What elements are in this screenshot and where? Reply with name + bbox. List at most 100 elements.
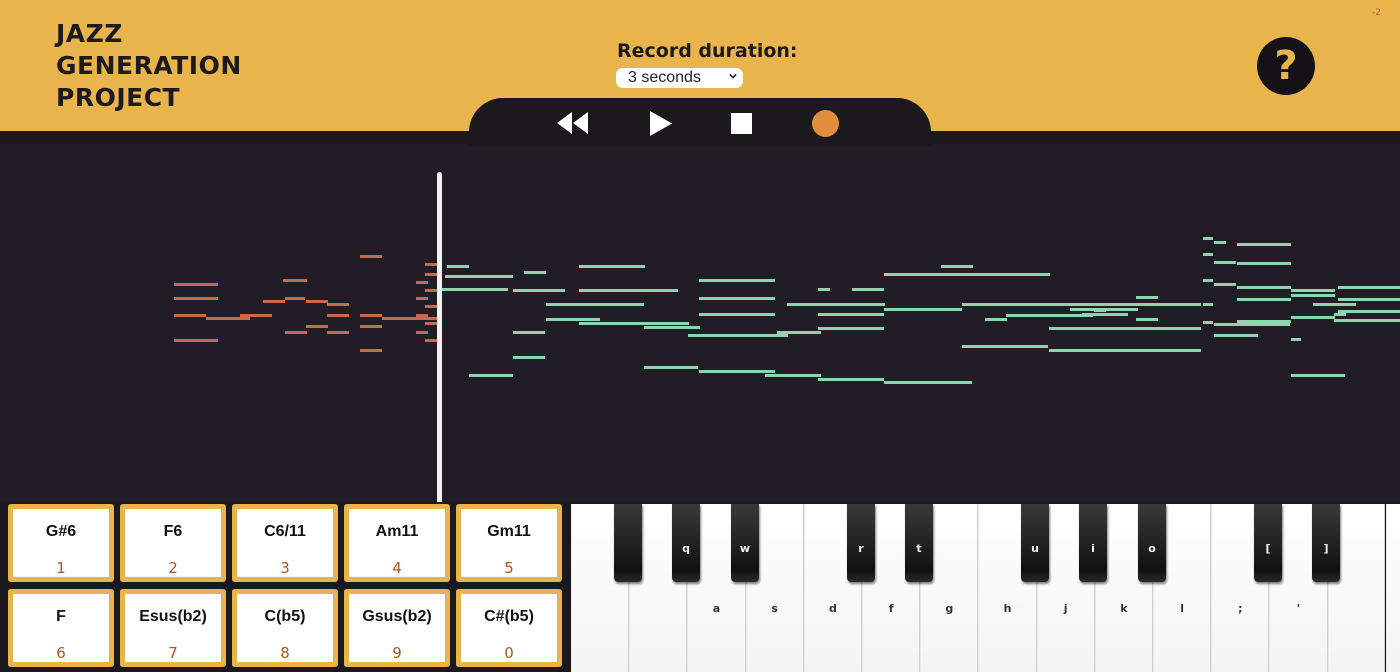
generated-note: [1126, 308, 1138, 311]
input-note: [416, 331, 428, 334]
chord-pad[interactable]: Am11 4: [344, 504, 450, 582]
generated-note: [1291, 289, 1335, 292]
input-note: [416, 297, 428, 300]
generated-note: [1203, 237, 1213, 240]
input-note: [404, 317, 426, 320]
key-label: q: [682, 542, 690, 555]
chord-pad[interactable]: G#6 1: [8, 504, 114, 582]
generated-note: [1214, 261, 1236, 264]
chord-name: Gm11: [487, 523, 531, 540]
chord-shortcut-key: 3: [280, 559, 290, 577]
chord-pad[interactable]: F6: [8, 589, 114, 667]
input-note: [425, 339, 437, 342]
generated-note: [1334, 303, 1356, 306]
generated-note: [1313, 303, 1335, 306]
chord-pad[interactable]: C#(b5) 0: [456, 589, 562, 667]
input-note: [416, 314, 428, 317]
chord-pad[interactable]: Esus(b2) 7: [120, 589, 226, 667]
key-label: s: [771, 602, 778, 615]
generated-note: [1338, 298, 1400, 301]
logo-line-2: GENERATION: [56, 51, 242, 80]
input-note: [174, 297, 218, 300]
key-label: h: [1003, 602, 1012, 615]
generated-note: [1049, 327, 1201, 330]
generated-note: [1237, 243, 1291, 246]
generated-note: [1049, 349, 1201, 352]
generated-note: [666, 289, 678, 292]
generated-note: [1291, 316, 1335, 319]
black-key[interactable]: r: [847, 504, 875, 582]
chord-name: C(b5): [264, 608, 306, 625]
generated-note: [852, 288, 884, 291]
generated-note: [1082, 313, 1128, 316]
black-key[interactable]: i: [1079, 504, 1107, 582]
logo-line-1: JAZZ: [56, 19, 123, 48]
chord-name: C6/11: [264, 523, 306, 540]
black-key[interactable]: [: [1254, 504, 1282, 582]
generated-note: [1006, 314, 1050, 317]
chord-pad[interactable]: C(b5) 8: [232, 589, 338, 667]
generated-note: [884, 308, 962, 311]
stop-icon[interactable]: [731, 113, 752, 134]
white-key[interactable]: [1385, 504, 1400, 672]
key-label: o: [1148, 542, 1156, 555]
input-note: [425, 305, 437, 308]
input-note: [306, 300, 328, 303]
generated-note: [1334, 313, 1346, 316]
generated-note: [1136, 296, 1158, 299]
key-label: j: [1063, 602, 1068, 615]
black-key[interactable]: u: [1021, 504, 1049, 582]
generated-note: [1049, 303, 1201, 306]
input-note: [306, 325, 328, 328]
input-note: [285, 297, 305, 300]
generated-note: [440, 288, 508, 291]
generated-note: [644, 366, 698, 369]
key-label: [: [1265, 542, 1271, 555]
record-icon[interactable]: [811, 109, 840, 138]
key-label: u: [1031, 542, 1039, 555]
black-key[interactable]: q: [672, 504, 700, 582]
chord-shortcut-key: 8: [280, 644, 290, 662]
black-key[interactable]: t: [905, 504, 933, 582]
generated-note: [699, 279, 775, 282]
input-note: [327, 314, 349, 317]
key-label: a: [712, 602, 721, 615]
playhead[interactable]: [437, 172, 442, 504]
generated-note: [1203, 321, 1213, 324]
generated-note: [1291, 294, 1335, 297]
app-logo: JAZZ GENERATION PROJECT: [56, 18, 242, 114]
chord-pad[interactable]: C6/11 3: [232, 504, 338, 582]
generated-note: [1203, 279, 1213, 282]
chord-name: Gsus(b2): [362, 608, 432, 625]
key-label: r: [858, 542, 864, 555]
black-key[interactable]: [614, 504, 642, 582]
black-key[interactable]: o: [1138, 504, 1166, 582]
generated-note: [513, 289, 565, 292]
generated-note: [1136, 303, 1158, 306]
key-label: k: [1120, 602, 1128, 615]
help-button[interactable]: ?: [1257, 37, 1315, 95]
input-note: [360, 314, 382, 317]
black-key[interactable]: w: [731, 504, 759, 582]
rewind-icon[interactable]: [557, 112, 589, 134]
chord-pad[interactable]: Gsus(b2) 9: [344, 589, 450, 667]
record-duration-select[interactable]: 3 seconds: [616, 68, 743, 88]
generated-note: [447, 265, 469, 268]
black-key[interactable]: ]: [1312, 504, 1340, 582]
generated-note: [513, 356, 545, 359]
generated-note: [962, 273, 974, 276]
record-duration-label: Record duration:: [617, 40, 798, 62]
chord-pad[interactable]: F6 2: [120, 504, 226, 582]
chord-shortcut-key: 6: [56, 644, 66, 662]
input-note: [240, 314, 272, 317]
generated-note: [884, 381, 972, 384]
chord-shortcut-key: 5: [504, 559, 514, 577]
chord-pad[interactable]: Gm11 5: [456, 504, 562, 582]
key-label: ': [1296, 602, 1301, 615]
generated-note: [1338, 310, 1400, 313]
play-icon[interactable]: [650, 111, 672, 136]
chord-name: Am11: [375, 523, 419, 540]
generated-notes: [440, 237, 1400, 384]
generated-note: [1214, 323, 1290, 326]
generated-note: [1136, 318, 1158, 321]
